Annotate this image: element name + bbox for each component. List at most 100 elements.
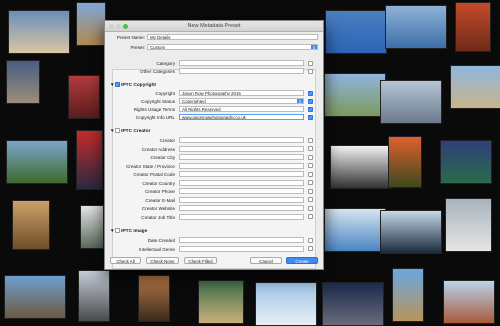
- photo-thumbnail[interactable]: [388, 136, 422, 188]
- zoom-window-button[interactable]: [123, 23, 128, 29]
- copyright-info-url-field[interactable]: www.jasonrowphotography.co.uk: [179, 114, 304, 120]
- rights-usage-terms-checkbox[interactable]: ✓: [308, 106, 313, 112]
- iptc-creator-section-label: IPTC Creator: [121, 128, 151, 134]
- iptc-creator-section-checkbox[interactable]: [114, 128, 120, 133]
- photo-thumbnail[interactable]: [8, 10, 70, 54]
- creator-postal-code-checkbox[interactable]: [308, 171, 313, 177]
- disclosure-open-icon[interactable]: ▾: [111, 129, 113, 134]
- creator-city-checkbox[interactable]: [308, 154, 313, 160]
- intellectual-genre-label: Intellectual Genre: [138, 246, 175, 252]
- photo-thumbnail[interactable]: [450, 65, 500, 109]
- photo-thumbnail[interactable]: [380, 80, 442, 124]
- photo-thumbnail[interactable]: [76, 2, 106, 46]
- copyright-field[interactable]: Jason Row Photography 2015: [179, 90, 304, 96]
- close-window-button[interactable]: [109, 23, 114, 29]
- rights-usage-terms-label: Rights Usage Terms: [133, 107, 175, 112]
- creator-city-field[interactable]: [179, 154, 304, 160]
- creator-country-checkbox[interactable]: [308, 180, 313, 185]
- creator-phone-checkbox[interactable]: [308, 188, 313, 194]
- creator-field[interactable]: [179, 137, 304, 143]
- preset-label: Preset:: [130, 45, 145, 50]
- creator-address-field[interactable]: [179, 145, 304, 152]
- iptc-creator-section-header[interactable]: ▾ IPTC Creator: [111, 128, 150, 134]
- creator-phone-label: Creator Phone: [145, 189, 175, 194]
- create-button[interactable]: Create: [286, 257, 318, 264]
- photo-thumbnail[interactable]: [455, 2, 491, 52]
- preset-value: Custom: [150, 45, 166, 50]
- photo-thumbnail[interactable]: [255, 282, 317, 326]
- category-field[interactable]: [179, 60, 304, 66]
- date-created-label: Date Created: [147, 238, 175, 243]
- preset-name-field[interactable]: My Details: [147, 34, 318, 40]
- creator-checkbox[interactable]: [308, 137, 313, 143]
- copyright-status-dropdown[interactable]: Copyrighted ⇕: [179, 98, 304, 104]
- copyright-checkbox[interactable]: ✓: [308, 90, 313, 96]
- creator-website-field[interactable]: [179, 205, 304, 211]
- dropdown-arrows-icon: ⇕: [297, 99, 303, 104]
- cancel-button[interactable]: Cancel: [250, 257, 282, 264]
- photo-thumbnail[interactable]: [138, 275, 170, 322]
- photo-thumbnail[interactable]: [12, 200, 50, 250]
- photo-thumbnail[interactable]: [80, 205, 104, 249]
- other-categories-field[interactable]: [179, 68, 304, 74]
- copyright-status-checkbox[interactable]: ✓: [308, 98, 313, 104]
- date-created-field[interactable]: [179, 237, 304, 243]
- copyright-status-value: Copyrighted: [182, 99, 206, 104]
- photo-thumbnail[interactable]: [392, 268, 424, 322]
- photo-thumbnail[interactable]: [325, 10, 387, 54]
- window-title: New Metadata Preset: [187, 23, 241, 29]
- category-label: Category: [156, 61, 175, 66]
- disclosure-open-icon[interactable]: ▾: [111, 83, 113, 88]
- photo-thumbnail[interactable]: [322, 282, 384, 326]
- creator-phone-field[interactable]: [179, 188, 304, 194]
- creator-state-province-field[interactable]: [179, 162, 304, 169]
- intellectual-genre-field[interactable]: [179, 245, 304, 252]
- photo-thumbnail[interactable]: [324, 208, 386, 252]
- check-all-button[interactable]: Check All: [110, 257, 141, 264]
- photo-thumbnail[interactable]: [385, 5, 447, 49]
- photo-thumbnail[interactable]: [78, 270, 110, 322]
- date-created-checkbox[interactable]: [308, 237, 313, 243]
- disclosure-open-icon[interactable]: ▾: [111, 229, 113, 234]
- other-categories-checkbox[interactable]: [308, 68, 313, 74]
- preset-dropdown[interactable]: Custom ⇕: [147, 44, 318, 50]
- creator-job-title-checkbox[interactable]: [308, 214, 313, 219]
- photo-thumbnail[interactable]: [380, 210, 442, 254]
- photo-thumbnail[interactable]: [443, 280, 495, 324]
- creator-state-province-label: Creator State / Province: [125, 163, 175, 169]
- dropdown-arrows-icon: ⇕: [311, 45, 317, 50]
- creator-address-label: Creator Address: [141, 146, 175, 152]
- iptc-image-section-header[interactable]: ▾ IPTC Image: [111, 228, 147, 234]
- creator-postal-code-field[interactable]: [179, 171, 304, 177]
- iptc-copyright-section-checkbox[interactable]: ✓: [114, 82, 120, 87]
- intellectual-genre-checkbox[interactable]: [308, 246, 313, 251]
- check-none-button[interactable]: Check None: [146, 257, 179, 264]
- iptc-copyright-section-header[interactable]: ▾ ✓ IPTC Copyright: [111, 82, 156, 88]
- rights-usage-terms-field[interactable]: All Rights Reserved: [179, 106, 304, 112]
- creator-state-province-checkbox[interactable]: [308, 163, 313, 168]
- creator-country-field[interactable]: [179, 179, 304, 186]
- creator-email-field[interactable]: [179, 196, 304, 203]
- iptc-image-section-checkbox[interactable]: [114, 228, 120, 233]
- photo-thumbnail[interactable]: [440, 140, 492, 184]
- creator-address-checkbox[interactable]: [308, 146, 313, 151]
- creator-email-checkbox[interactable]: [308, 197, 313, 202]
- category-checkbox[interactable]: [308, 60, 313, 66]
- photo-thumbnail[interactable]: [68, 75, 100, 119]
- copyright-info-url-checkbox[interactable]: ✓: [308, 114, 313, 120]
- photo-thumbnail[interactable]: [6, 140, 68, 184]
- photo-thumbnail[interactable]: [6, 60, 40, 104]
- check-filled-button[interactable]: Check Filled: [184, 257, 217, 264]
- photo-thumbnail[interactable]: [76, 130, 103, 190]
- photo-thumbnail[interactable]: [324, 73, 386, 117]
- photo-thumbnail[interactable]: [330, 145, 392, 189]
- creator-country-label: Creator Country: [142, 180, 175, 186]
- copyright-label: Copyright: [155, 91, 175, 96]
- creator-job-title-field[interactable]: [179, 213, 304, 220]
- photo-thumbnail[interactable]: [445, 198, 492, 252]
- photo-thumbnail[interactable]: [198, 280, 244, 324]
- minimize-window-button[interactable]: [116, 23, 121, 29]
- creator-job-title-label: Creator Job Title: [141, 214, 175, 220]
- creator-website-checkbox[interactable]: [308, 205, 313, 211]
- photo-thumbnail[interactable]: [4, 275, 66, 319]
